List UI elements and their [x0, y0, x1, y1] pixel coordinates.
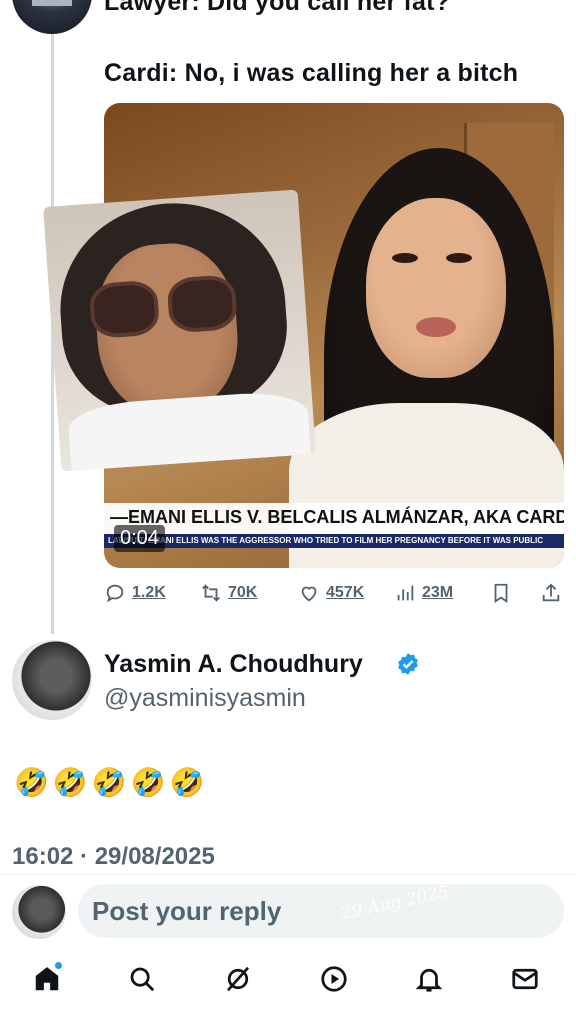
reply-icon — [106, 584, 124, 603]
share-button[interactable] — [540, 582, 562, 604]
video-person-eye — [392, 253, 418, 263]
video-icon — [321, 966, 347, 992]
tab-grok[interactable] — [221, 962, 255, 996]
reply-text-emojis: 🤣🤣🤣🤣🤣 — [14, 767, 209, 798]
sunglasses-lens — [166, 274, 239, 334]
reply-composer-input[interactable]: Post your reply — [78, 884, 564, 938]
tab-video[interactable] — [317, 962, 351, 996]
search-icon — [130, 967, 155, 992]
reply-count: 1.2K — [132, 584, 166, 601]
notifications-icon — [415, 968, 443, 992]
home-notification-dot — [55, 962, 62, 969]
share-icon — [542, 583, 560, 602]
post-timestamp[interactable]: 16:02 · 29/08/2025 — [12, 843, 215, 871]
repost-button[interactable]: 70K — [200, 582, 257, 604]
reply-author-handle[interactable]: @yasminisyasmin — [104, 684, 306, 713]
tweet-action-bar: 1.2K 70K 457K 23M — [104, 582, 566, 610]
video-person-mouth — [416, 317, 456, 337]
messages-icon — [512, 968, 538, 990]
avatar-detail — [32, 0, 72, 6]
news-caption-bar: —EMANI ELLIS V. BELCALIS ALMÁNZAR, AKA C… — [104, 503, 564, 548]
like-count: 457K — [326, 584, 365, 601]
news-caption-title: —EMANI ELLIS V. BELCALIS ALMÁNZAR, AKA C… — [110, 507, 564, 527]
tweet-text-line-2: Cardi: No, i was calling her a bitch — [104, 59, 519, 87]
repost-icon — [202, 584, 220, 602]
tab-messages[interactable] — [508, 962, 542, 996]
current-user-avatar[interactable] — [12, 885, 66, 939]
repost-count: 70K — [228, 584, 258, 601]
reaction-overlay-image — [43, 189, 316, 472]
bookmark-button[interactable] — [490, 582, 512, 604]
views-button[interactable]: 23M — [394, 582, 453, 604]
reply-author-avatar[interactable] — [12, 640, 92, 720]
reply-button[interactable]: 1.2K — [104, 582, 166, 604]
like-button[interactable]: 457K — [298, 582, 364, 604]
analytics-icon — [397, 585, 414, 601]
view-count: 23M — [422, 584, 454, 601]
news-caption-subtitle: LAWSUIT: EMANI ELLIS WAS THE AGGRESSOR W… — [104, 534, 564, 548]
video-duration-badge: 0:04 — [114, 525, 165, 552]
bottom-tab-bar — [0, 950, 576, 1010]
avatar[interactable] — [12, 0, 92, 34]
sunglasses-lens — [88, 279, 161, 340]
reply-author-name[interactable]: Yasmin A. Choudhury — [104, 650, 363, 679]
video-person-face — [366, 198, 506, 378]
tab-notifications[interactable] — [412, 962, 446, 996]
divider — [0, 874, 576, 875]
tweet-text-line-1: Lawyer: Did you call her fat? — [104, 0, 451, 16]
bookmark-icon — [494, 583, 508, 603]
reply-composer-placeholder: Post your reply — [92, 895, 282, 926]
heart-icon — [301, 586, 317, 602]
video-person-eye — [446, 253, 472, 263]
verified-badge-icon — [398, 653, 418, 675]
tab-search[interactable] — [125, 962, 159, 996]
grok-icon — [226, 966, 250, 992]
